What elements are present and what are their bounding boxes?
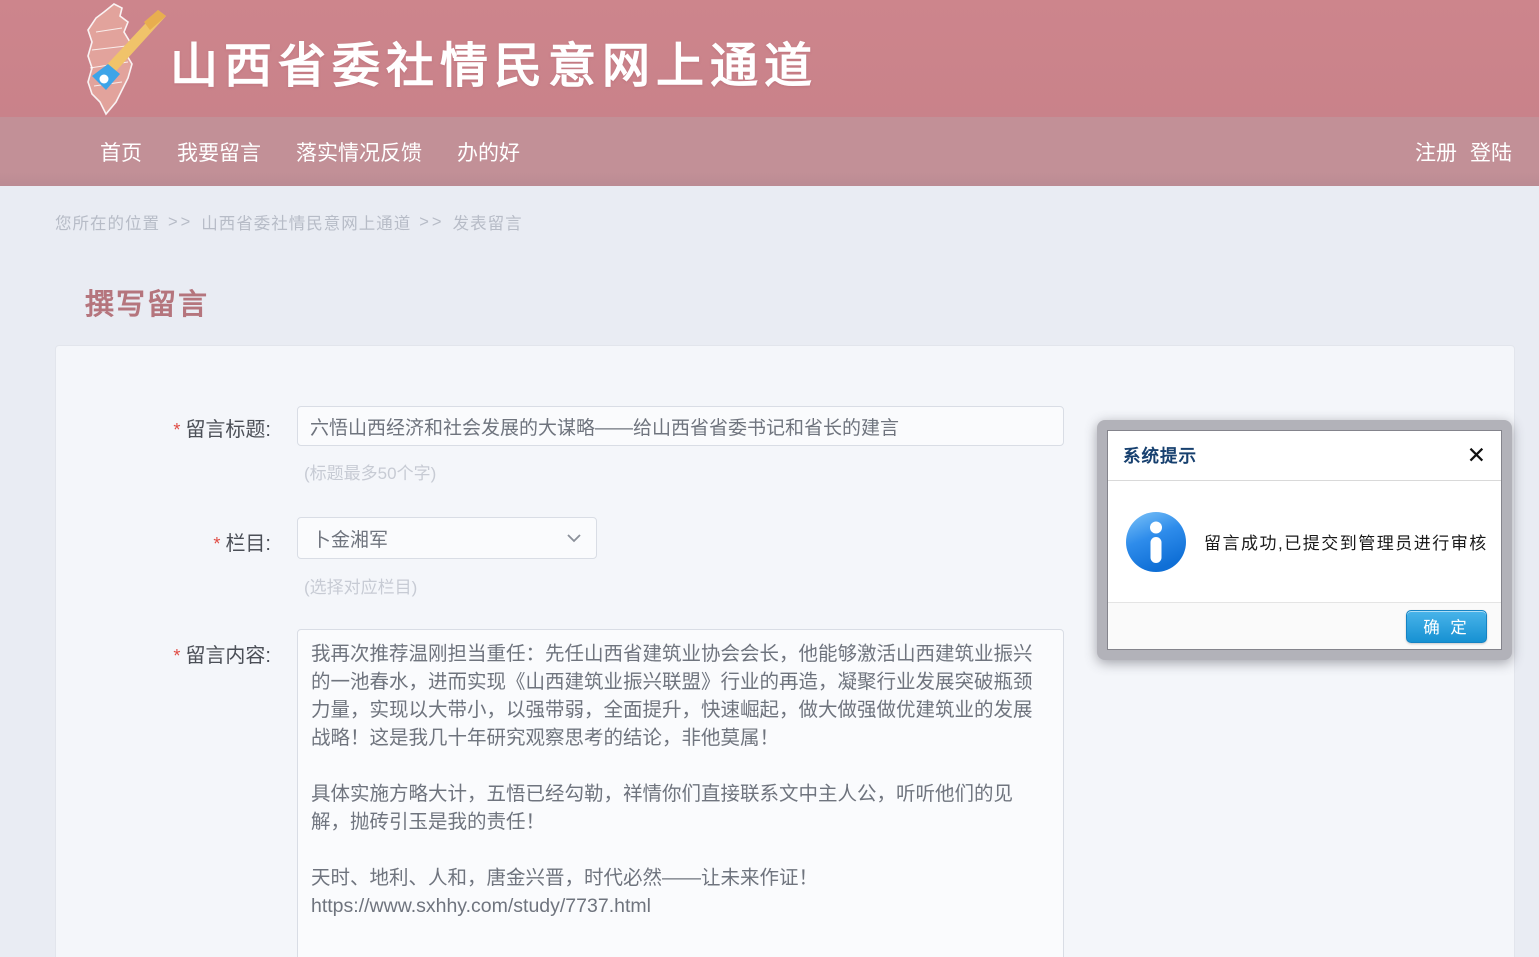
breadcrumb-location-label: 您所在的位置 [55, 210, 160, 234]
nav-item-feedback[interactable]: 落实情况反馈 [296, 137, 422, 167]
login-link[interactable]: 登陆 [1470, 137, 1512, 167]
ok-button[interactable]: 确 定 [1406, 610, 1487, 643]
breadcrumb-separator: >> [168, 213, 193, 232]
breadcrumb-separator: >> [419, 213, 444, 232]
register-link[interactable]: 注册 [1415, 137, 1457, 167]
shanxi-map-pen-logo [62, 2, 182, 117]
nav-items: 首页 我要留言 落实情况反馈 办的好 [100, 137, 520, 167]
message-title-input[interactable] [297, 406, 1064, 446]
nav-auth: 注册 登陆 [1415, 137, 1512, 167]
content-field-label: *留言内容: [56, 639, 271, 668]
title-field-hint: (标题最多50个字) [304, 459, 436, 484]
required-asterisk: * [213, 534, 220, 554]
category-selected-value: 卜金湘军 [312, 525, 388, 552]
nav-item-well-done[interactable]: 办的好 [457, 137, 520, 167]
category-field-hint: (选择对应栏目) [304, 573, 417, 598]
title-field-label: *留言标题: [56, 413, 271, 442]
dialog-footer: 确 定 [1108, 602, 1501, 649]
close-icon[interactable]: ✕ [1467, 444, 1486, 467]
system-prompt-dialog: 系统提示 ✕ 留言成功,已提交到管理员进行审核 确 定 [1097, 420, 1512, 660]
chevron-down-icon [566, 530, 582, 546]
category-select[interactable]: 卜金湘军 [297, 517, 597, 559]
site-banner: 山西省委社情民意网上通道 [0, 0, 1539, 117]
info-icon [1124, 510, 1188, 574]
dialog-message: 留言成功,已提交到管理员进行审核 [1204, 529, 1488, 554]
category-field-label: *栏目: [56, 527, 271, 556]
breadcrumb-current-page: 发表留言 [453, 210, 523, 234]
breadcrumb-site-link[interactable]: 山西省委社情民意网上通道 [201, 210, 411, 234]
page-title: 撰写留言 [85, 281, 209, 323]
nav-item-leave-message[interactable]: 我要留言 [177, 137, 261, 167]
dialog-header: 系统提示 ✕ [1108, 431, 1501, 481]
site-title: 山西省委社情民意网上通道 [170, 26, 818, 96]
required-asterisk: * [173, 646, 180, 666]
required-asterisk: * [173, 420, 180, 440]
message-content-textarea[interactable]: 我再次推荐温刚担当重任：先任山西省建筑业协会会长，他能够激活山西建筑业振兴的一池… [297, 629, 1064, 957]
dialog-title: 系统提示 [1123, 443, 1197, 468]
dialog-inner: 系统提示 ✕ 留言成功,已提交到管理员进行审核 确 定 [1107, 430, 1502, 650]
dialog-body: 留言成功,已提交到管理员进行审核 [1108, 481, 1501, 602]
nav-item-home[interactable]: 首页 [100, 137, 142, 167]
breadcrumb: 您所在的位置 >> 山西省委社情民意网上通道 >> 发表留言 [55, 210, 523, 234]
main-nav: 首页 我要留言 落实情况反馈 办的好 注册 登陆 [0, 117, 1539, 186]
